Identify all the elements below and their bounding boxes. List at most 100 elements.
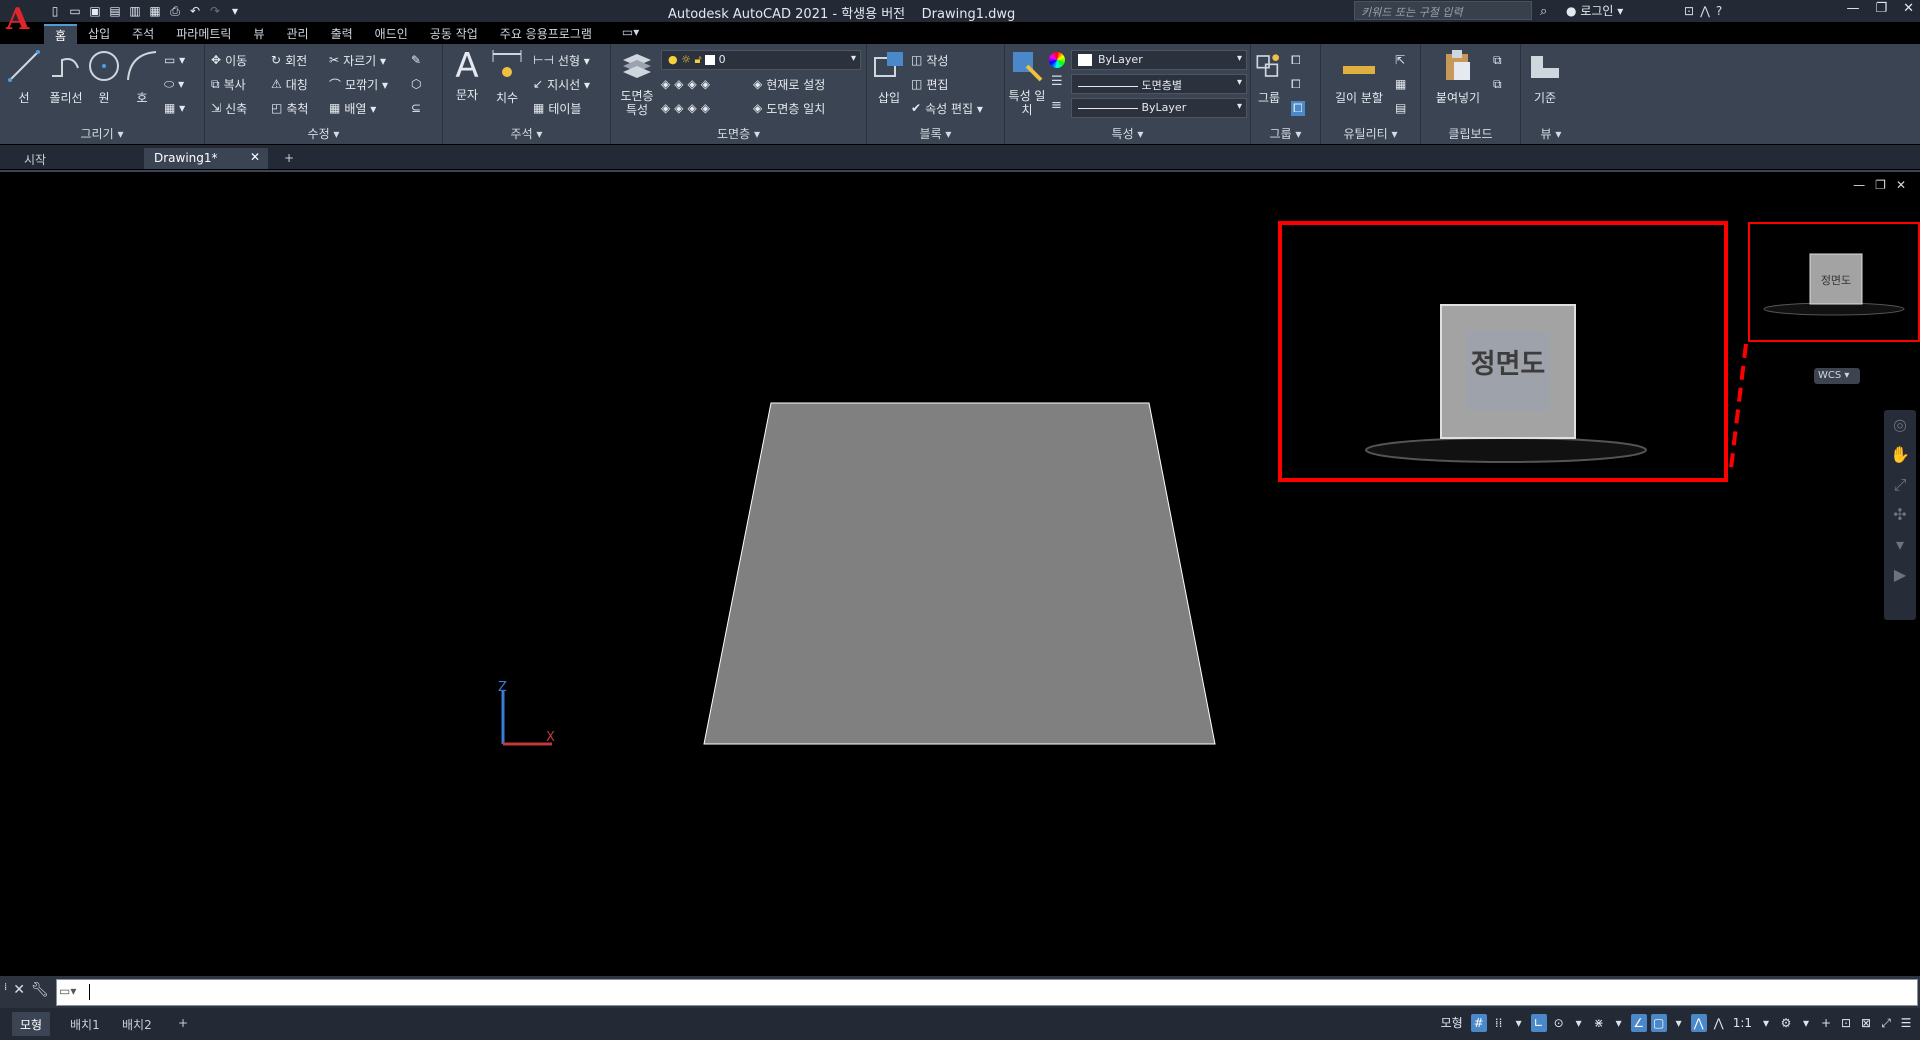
modify-panel-title[interactable]: 수정 ▾ [205,125,442,142]
measure-button[interactable]: 길이 분할 [1329,48,1389,106]
wcs-menu[interactable]: WCS ▾ [1814,368,1860,384]
recent-commands-icon[interactable]: ▭▾ [59,984,76,998]
model-space-button[interactable]: 모형 [1437,1014,1467,1032]
rotate-button[interactable]: ↻ 회전 [271,50,307,70]
group-edit-button[interactable]: ⧠ [1291,74,1301,94]
polar-menu-icon[interactable]: ▾ [1571,1014,1587,1032]
trim-button[interactable]: ✂ 자르기 ▾ [329,50,386,70]
polar-icon[interactable]: ⊙ [1551,1014,1567,1032]
annotation-monitor-icon[interactable]: + [1818,1014,1834,1032]
rectangle-button[interactable]: ▭ ▾ [164,50,185,70]
quick-select-button[interactable]: ⇱ [1395,50,1405,70]
osnap-menu-icon[interactable]: ▾ [1671,1014,1687,1032]
annotation-visibility-icon[interactable]: ⋀ [1690,1014,1707,1032]
layers-panel-title[interactable]: 도면층 ▾ [611,125,866,142]
search-input[interactable]: 키워드 또는 구절 입력 [1354,1,1532,20]
block-panel-title[interactable]: 블록 ▾ [867,125,1004,142]
grid-icon[interactable]: # [1470,1014,1487,1032]
help-icon[interactable]: ? [1716,4,1722,18]
annotation-panel-title[interactable]: 주석 ▾ [443,125,610,142]
copy-button[interactable]: ⧉ 복사 [211,74,246,94]
move-button[interactable]: ✥ 이동 [211,50,247,70]
layer-off-icon[interactable]: ◈ [661,77,670,91]
customization-menu-icon[interactable]: ☰ [1898,1014,1914,1032]
arc-button[interactable]: 호 [124,48,160,106]
ellipse-button[interactable]: ⬭ ▾ [164,74,184,94]
navbar-menu-icon[interactable]: ▾ [1884,530,1916,560]
login-button[interactable]: ● 로그인 ▾ [1566,2,1623,19]
layer-lock-icon[interactable]: ◈ [701,77,710,91]
layer-isolate-icon[interactable]: ◈ [674,77,683,91]
layer-unlock-icon[interactable]: ◈ [701,101,710,115]
auto-scale-icon[interactable]: ⋀ [1711,1014,1727,1032]
ucs-icon[interactable]: Z X [498,680,555,746]
command-drag-handle[interactable]: ⁞ [4,982,7,998]
group-button[interactable]: 그룹 [1253,48,1285,106]
clipboard-panel-title[interactable]: 클립보드 [1421,125,1520,142]
cut-clip-button[interactable]: ⧉ [1493,74,1502,94]
tab-collaborate[interactable]: 공동 작업 [419,24,489,44]
color-wheel-icon[interactable] [1049,52,1065,68]
snap-menu-icon[interactable]: ▾ [1511,1014,1527,1032]
edit-attributes-button[interactable]: ✔ 속성 편집 ▾ [911,98,983,118]
make-current-button[interactable]: ◈ 현재로 설정 [753,74,825,94]
dimension-button[interactable]: 치수 [489,48,525,106]
scale-button[interactable]: ◰ 축척 [271,98,308,118]
circle-button[interactable]: 원 [86,48,122,106]
save-web-icon[interactable]: ▦ [148,4,162,18]
viewcube-compass[interactable] [1763,302,1905,316]
tab-parametric[interactable]: 파라메트릭 [165,24,242,44]
save-as-icon[interactable]: ▤ [108,4,122,18]
stretch-button[interactable]: ⇲ 신축 [211,98,247,118]
isodraft-menu-icon[interactable]: ▾ [1611,1014,1627,1032]
mirror-button[interactable]: ⚠ 대칭 [271,74,308,94]
layer-dropdown[interactable]: ● ☼ 🔓︎ 0 [661,50,861,70]
array-button[interactable]: ▦ 배열 ▾ [329,98,376,118]
cart-icon[interactable]: ⊡ [1684,4,1694,18]
group-select-button[interactable]: ⧠ [1291,98,1305,118]
tab-output[interactable]: 출력 [320,24,364,44]
utilities-panel-title[interactable]: 유틸리티 ▾ [1321,125,1420,142]
close-icon[interactable]: ✕ [1903,1,1914,16]
leader-button[interactable]: ↙ 지시선 ▾ [533,74,590,94]
base-view-button[interactable]: 기준 [1525,48,1565,106]
command-close-icon[interactable]: ✕ [13,982,25,998]
tab-model[interactable]: 모형 [12,1012,51,1036]
autodesk-app-icon[interactable]: ⋀ [1700,4,1710,18]
ungroup-button[interactable]: ⧠ [1291,50,1301,70]
open-web-icon[interactable]: ▥ [128,4,142,18]
linetype-dropdown[interactable]: 도면층별 [1071,74,1247,94]
lineweight-dropdown[interactable]: ByLayer [1071,98,1247,118]
tab-layout2[interactable]: 배치2 [114,1012,160,1036]
tab-featured-apps[interactable]: 주요 응용프로그램 [489,24,603,44]
groups-panel-title[interactable]: 그룹 ▾ [1251,125,1320,142]
snap-icon[interactable]: ⁞⁞ [1491,1014,1507,1032]
showmotion-icon[interactable]: ▶ [1884,560,1916,590]
line-button[interactable]: 선 [6,48,42,106]
tab-home[interactable]: 홈 [44,24,78,44]
id-point-button[interactable]: ▤ [1395,98,1406,118]
restore-icon[interactable]: ❐ [1875,1,1887,16]
create-block-button[interactable]: ◫ 작성 [911,50,948,70]
offset-button[interactable]: ⊆ [411,98,421,118]
tab-annotate[interactable]: 주석 [121,24,165,44]
text-button[interactable]: A 문자 [449,48,485,103]
undo-icon[interactable]: ↶ [188,4,202,18]
workspace-gear-icon[interactable]: ⚙ [1778,1014,1794,1032]
hatch-button[interactable]: ▦ ▾ [164,98,185,118]
osnap-icon[interactable]: ▢ [1650,1014,1667,1032]
close-tab-icon[interactable]: ✕ [250,150,260,164]
search-icon[interactable]: ⌕ [1540,4,1547,19]
draw-panel-title[interactable]: 그리기 ▾ [0,125,204,142]
drawing-viewport[interactable]: — ❐ ✕ Z X 정면도 정면도 WCS ▾ ◎ ✋ ⤢ ✣ ▾ ▶ [0,170,1920,976]
copy-clip-button[interactable]: ⧉ [1493,50,1502,70]
tab-layout1[interactable]: 배치1 [62,1012,108,1036]
match-layer-button[interactable]: ◈ 도면층 일치 [753,98,825,118]
annotation-scale[interactable]: 1:1 [1731,1014,1754,1032]
minimize-icon[interactable]: — [1846,1,1859,16]
save-icon[interactable]: ▣ [88,4,102,18]
tab-start[interactable]: 시작 [14,148,144,169]
osnap-tracking-icon[interactable]: ∠ [1630,1014,1647,1032]
zoom-extents-icon[interactable]: ⤢ [1884,470,1916,500]
polyline-button[interactable]: 폴리선 [44,48,88,106]
